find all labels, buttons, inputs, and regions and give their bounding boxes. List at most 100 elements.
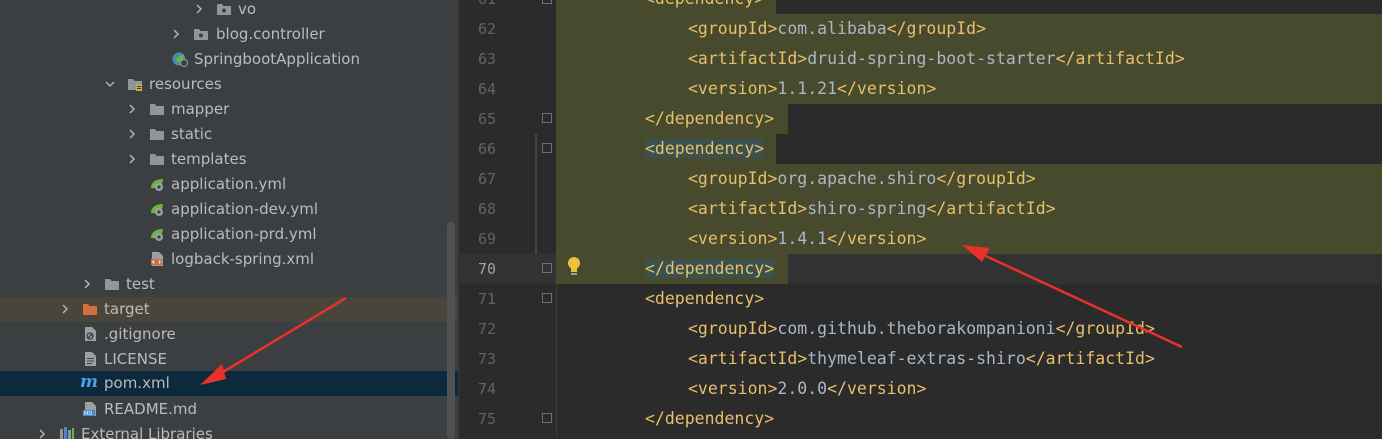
code-line-69[interactable]: 69 <version>1.4.1</version> <box>460 224 1382 254</box>
fold-marker-icon[interactable] <box>542 263 552 273</box>
folder-icon <box>150 154 164 165</box>
libraries-icon <box>60 427 74 439</box>
fold-marker-icon[interactable] <box>542 143 552 153</box>
chevron-right-icon[interactable] <box>59 303 71 315</box>
code-line-72[interactable]: 72 <groupId>com.github.theborakompanioni… <box>460 314 1382 344</box>
code-line-71[interactable]: 71 <dependency> <box>460 284 1382 314</box>
line-number: 62 <box>477 20 496 38</box>
line-number: 67 <box>477 170 496 188</box>
chevron-right-icon[interactable] <box>193 3 205 15</box>
code-line-62[interactable]: 62 <groupId>com.alibaba</groupId> <box>460 14 1382 44</box>
fold-marker-icon[interactable] <box>542 413 552 423</box>
tree-item-mapper[interactable]: mapper <box>0 97 458 122</box>
xml-tag: </version> <box>837 79 937 98</box>
xml-tag: </artifactId> <box>1055 49 1185 68</box>
xml-tag: <dependency> <box>645 0 764 8</box>
project-tree: vo blog.controller SpringbootApplication… <box>0 0 458 439</box>
fold-marker-icon[interactable] <box>542 293 552 303</box>
fold-marker-icon[interactable] <box>542 0 552 4</box>
spring-config-icon <box>151 229 163 241</box>
xml-tag: </dependency> <box>645 109 775 128</box>
tree-item-label: logback-spring.xml <box>171 250 315 268</box>
chevron-right-icon[interactable] <box>126 103 138 115</box>
chevron-right-icon[interactable] <box>126 128 138 140</box>
line-number: 75 <box>477 410 496 428</box>
xml-tag-matched: <dependency> <box>645 139 765 158</box>
code-line-65[interactable]: 65 </dependency> <box>460 104 1382 134</box>
xml-value: druid-spring-boot-starter <box>807 49 1056 68</box>
lightbulb-icon[interactable] <box>566 256 582 278</box>
tree-scrollbar[interactable] <box>447 222 455 439</box>
xml-tag: </version> <box>827 379 927 398</box>
chevron-right-icon[interactable] <box>126 153 138 165</box>
folder-icon <box>150 104 164 115</box>
xml-tag: <artifactId> <box>688 49 808 68</box>
xml-value: com.github.theborakompanioni <box>777 319 1056 338</box>
tree-item-pom-xml[interactable]: m pom.xml <box>0 371 458 396</box>
tree-item-target[interactable]: target <box>0 297 458 322</box>
line-number: 61 <box>460 0 496 9</box>
code-line-75[interactable]: 75 </dependency> <box>460 404 1382 434</box>
text-file-icon <box>85 352 96 366</box>
spring-config-icon <box>151 179 163 191</box>
chevron-down-icon[interactable] <box>104 78 116 90</box>
xml-value: thymeleaf-extras-shiro <box>807 349 1026 368</box>
chevron-right-icon[interactable] <box>81 278 93 290</box>
tree-item-label: External Libraries <box>81 425 213 439</box>
xml-tag: <version> <box>688 379 778 398</box>
xml-tag: </groupId> <box>1055 319 1155 338</box>
package-icon <box>194 29 208 40</box>
line-number: 66 <box>477 140 496 158</box>
tree-item-label: README.md <box>104 400 198 418</box>
code-line-73[interactable]: 73 <artifactId>thymeleaf-extras-shiro</a… <box>460 344 1382 374</box>
tree-item-label: pom.xml <box>104 374 170 392</box>
xml-tag: </groupId> <box>886 19 987 38</box>
tree-item-resources[interactable]: resources <box>0 72 458 97</box>
xml-tag: </artifactId> <box>926 199 1056 218</box>
chevron-right-icon[interactable] <box>36 428 48 439</box>
xml-tag: <artifactId> <box>688 199 808 218</box>
tree-item-label: blog.controller <box>216 25 325 43</box>
code-line-61[interactable]: 61 <dependency> <box>460 0 1382 14</box>
xml-tag: </groupId> <box>936 169 1036 188</box>
package-icon <box>217 4 231 15</box>
xml-tag: <groupId> <box>688 19 778 38</box>
xml-tag: <groupId> <box>688 319 778 338</box>
xml-tag: </version> <box>827 229 927 248</box>
line-number: 70 <box>477 260 496 278</box>
tree-item-license[interactable]: LICENSE <box>0 347 458 372</box>
folder-icon <box>105 279 119 290</box>
folder-icon <box>150 129 164 140</box>
xml-value: 1.4.1 <box>777 229 828 248</box>
tree-item-gitignore[interactable]: .gitignore <box>0 322 458 347</box>
tree-item-test[interactable]: test <box>0 272 458 297</box>
fold-marker-icon[interactable] <box>542 113 552 123</box>
tree-item-springboot-application[interactable]: SpringbootApplication <box>0 47 458 72</box>
spring-class-icon <box>172 52 188 67</box>
code-line-70[interactable]: 70 </dependency> <box>460 254 1382 284</box>
tree-item-templates[interactable]: templates <box>0 147 458 172</box>
code-editor[interactable]: 61 <dependency> 62 <groupId>com.alibaba<… <box>460 0 1382 439</box>
tree-item-label: LICENSE <box>104 350 167 368</box>
tree-item-logback-spring-xml[interactable]: logback-spring.xml <box>0 247 458 272</box>
tree-item-external-libraries[interactable]: External Libraries <box>0 422 458 439</box>
code-line-63[interactable]: 63 <artifactId>druid-spring-boot-starter… <box>460 44 1382 74</box>
xml-value: 2.0.0 <box>777 379 828 398</box>
tree-item-application-prd-yml[interactable]: application-prd.yml <box>0 222 458 247</box>
code-line-64[interactable]: 64 <version>1.1.21</version> <box>460 74 1382 104</box>
tree-item-application-yml[interactable]: application.yml <box>0 172 458 197</box>
chevron-right-icon[interactable] <box>170 28 182 40</box>
code-line-68[interactable]: 68 <artifactId>shiro-spring</artifactId> <box>460 194 1382 224</box>
code-line-66[interactable]: 66 <dependency> <box>460 134 1382 164</box>
excluded-folder-icon <box>83 304 97 315</box>
tree-item-vo[interactable]: vo <box>0 0 458 22</box>
code-line-67[interactable]: 67 <groupId>org.apache.shiro</groupId> <box>460 164 1382 194</box>
tree-item-blog-controller[interactable]: blog.controller <box>0 22 458 47</box>
tree-item-static[interactable]: static <box>0 122 458 147</box>
tree-item-readme-md[interactable]: MD README.md <box>0 397 458 422</box>
xml-tag-matched: </dependency> <box>645 259 775 278</box>
tree-item-application-dev-yml[interactable]: application-dev.yml <box>0 197 458 222</box>
code-line-74[interactable]: 74 <version>2.0.0</version> <box>460 374 1382 404</box>
xml-file-icon <box>151 252 163 266</box>
xml-tag: </artifactId> <box>1025 349 1155 368</box>
